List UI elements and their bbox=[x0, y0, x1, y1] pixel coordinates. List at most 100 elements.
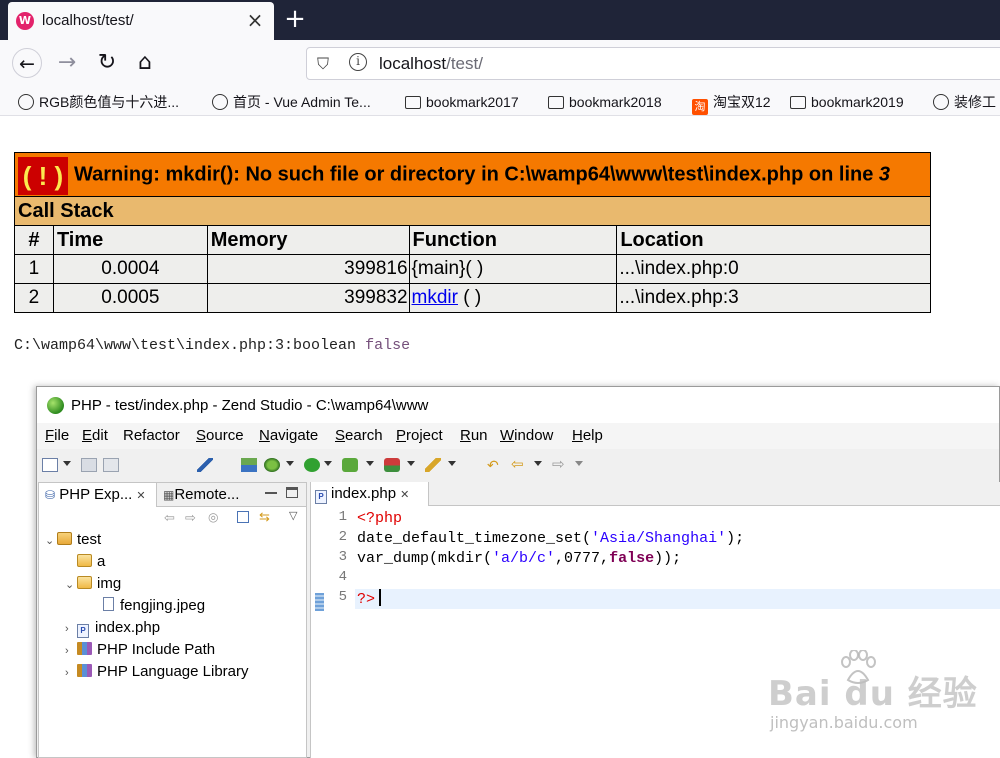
code-line[interactable]: date_default_timezone_set('Asia/Shanghai… bbox=[355, 529, 1000, 549]
menu-project[interactable]: Project bbox=[396, 427, 443, 444]
collapsed-twisty-icon[interactable]: › bbox=[65, 662, 77, 684]
run-icon[interactable] bbox=[304, 458, 320, 472]
menu-search[interactable]: Search bbox=[335, 427, 383, 444]
current-code-line[interactable]: ?> bbox=[355, 589, 1000, 609]
code-line[interactable]: var_dump(mkdir('a/b/c',0777,false)); bbox=[355, 549, 1000, 569]
bookmark-label: bookmark2019 bbox=[811, 94, 904, 110]
folder-icon bbox=[77, 576, 92, 589]
line-number: 2 bbox=[338, 529, 347, 545]
menu-source[interactable]: Source bbox=[196, 427, 244, 444]
info-icon[interactable]: i bbox=[349, 53, 367, 71]
save-icon[interactable] bbox=[81, 458, 97, 472]
bookmark-item[interactable]: 装修工 bbox=[933, 91, 996, 113]
php-project-icon[interactable] bbox=[241, 458, 257, 472]
new-file-icon[interactable] bbox=[42, 458, 58, 472]
up-icon[interactable]: ◎ bbox=[208, 510, 218, 524]
tree-label: img bbox=[97, 575, 122, 592]
close-icon[interactable]: ✕ bbox=[136, 490, 145, 502]
var-dump-value: false bbox=[365, 337, 411, 354]
menu-refactor[interactable]: Refactor bbox=[123, 427, 180, 444]
menu-mnemonic: S bbox=[335, 427, 346, 444]
window-titlebar[interactable]: PHP - test/index.php - Zend Studio - C:\… bbox=[37, 387, 999, 423]
call-stack-header: Call Stack bbox=[14, 196, 931, 226]
forward-icon[interactable]: ⇨ bbox=[185, 510, 196, 526]
forward-arrow-icon[interactable]: → bbox=[52, 48, 82, 78]
dropdown-arrow-icon[interactable] bbox=[286, 461, 294, 466]
back-icon[interactable]: ⇦ bbox=[164, 510, 175, 526]
stop-external-tool-icon[interactable] bbox=[384, 458, 400, 472]
line-number: 3 bbox=[338, 549, 347, 565]
minimize-icon[interactable] bbox=[265, 487, 277, 499]
expanded-twisty-icon[interactable]: ⌄ bbox=[45, 530, 57, 552]
code-line[interactable] bbox=[355, 569, 1000, 589]
bookmark-label: 淘宝双12 bbox=[713, 94, 771, 110]
brush-icon[interactable] bbox=[425, 458, 441, 472]
maximize-icon[interactable] bbox=[286, 487, 298, 498]
dropdown-arrow-icon[interactable] bbox=[366, 461, 374, 466]
warning-row: ( ! ) Warning: mkdir(): No such file or d… bbox=[14, 152, 931, 197]
bookmark-folder[interactable]: bookmark2017 bbox=[405, 91, 519, 113]
menu-file[interactable]: File bbox=[45, 427, 69, 444]
bookmark-item[interactable]: 淘淘宝双12 bbox=[692, 91, 771, 115]
collapsed-twisty-icon[interactable]: › bbox=[65, 618, 77, 640]
dropdown-arrow-icon[interactable] bbox=[63, 461, 71, 466]
tree-item-php-language-library[interactable]: › PHP Language Library bbox=[65, 661, 249, 683]
url-text[interactable]: localhost/test/ bbox=[379, 54, 483, 74]
bookmark-item[interactable]: 首页 - Vue Admin Te... bbox=[212, 91, 371, 113]
browser-tab[interactable]: W localhost/test/ × bbox=[8, 2, 274, 40]
dropdown-arrow-icon[interactable] bbox=[534, 461, 542, 466]
globe-icon bbox=[18, 94, 34, 110]
back-arrow-icon[interactable]: ← bbox=[12, 48, 42, 78]
dropdown-arrow-icon[interactable] bbox=[575, 461, 583, 466]
code-token: date_default_timezone_set( bbox=[357, 530, 592, 547]
back-nav-icon[interactable]: ⇦ bbox=[511, 457, 527, 472]
editor-tab-index-php[interactable]: Pindex.php ✕ bbox=[311, 482, 429, 506]
cell-time: 0.0005 bbox=[52, 283, 208, 313]
bookmark-folder[interactable]: bookmark2018 bbox=[548, 91, 662, 113]
menu-navigate[interactable]: Navigate bbox=[259, 427, 318, 444]
tree-item-a[interactable]: a bbox=[65, 551, 105, 573]
menu-edit[interactable]: Edit bbox=[82, 427, 108, 444]
tab-strip: W localhost/test/ × + bbox=[0, 0, 1000, 40]
bookmark-item[interactable]: RGB颜色值与十六进... bbox=[18, 91, 179, 113]
line-number: 5 bbox=[338, 589, 347, 605]
code-line[interactable]: <?php bbox=[355, 509, 1000, 529]
forward-nav-icon[interactable]: ⇨ bbox=[552, 457, 568, 472]
collapse-all-icon[interactable] bbox=[237, 511, 249, 523]
tab-php-explorer[interactable]: ⛁ PHP Exp... ✕ bbox=[39, 483, 157, 507]
debug-icon[interactable] bbox=[264, 458, 280, 472]
tree-item-img[interactable]: ⌄ img bbox=[65, 573, 121, 595]
home-icon[interactable]: ⌂ bbox=[130, 48, 160, 78]
last-edit-location-icon[interactable]: ↶ bbox=[487, 458, 503, 472]
url-bar[interactable]: ⛉ i localhost/test/ bbox=[306, 47, 1000, 80]
view-menu-icon[interactable]: ▽ bbox=[289, 509, 297, 522]
shield-icon[interactable]: ⛉ bbox=[317, 54, 329, 74]
tab-remote-systems[interactable]: ▦Remote... bbox=[159, 483, 251, 507]
bookmark-folder[interactable]: bookmark2019 bbox=[790, 91, 904, 113]
link-with-editor-icon[interactable]: ⇆ bbox=[259, 509, 270, 525]
tree-item-fengjing-jpeg[interactable]: fengjing.jpeg bbox=[89, 595, 205, 617]
reload-icon[interactable]: ↻ bbox=[92, 48, 122, 78]
tree-item-index-php[interactable]: › Pindex.php bbox=[65, 617, 160, 639]
close-icon[interactable]: ✕ bbox=[400, 489, 409, 501]
menu-help[interactable]: Help bbox=[572, 427, 603, 444]
tree-item-test[interactable]: ⌄ test bbox=[45, 529, 101, 551]
save-all-icon[interactable] bbox=[103, 458, 119, 472]
menu-run[interactable]: Run bbox=[460, 427, 488, 444]
warning-text: Warning: mkdir(): No such file or direct… bbox=[74, 162, 879, 185]
close-tab-icon[interactable]: × bbox=[244, 9, 266, 31]
function-doc-link[interactable]: mkdir bbox=[412, 287, 458, 308]
tree-item-php-include-path[interactable]: › PHP Include Path bbox=[65, 639, 215, 661]
bookmark-label: 首页 - Vue Admin Te... bbox=[233, 94, 371, 110]
menu-label: Refactor bbox=[123, 427, 180, 444]
run-configuration-icon[interactable] bbox=[342, 458, 358, 472]
pin-icon[interactable] bbox=[197, 458, 213, 472]
dropdown-arrow-icon[interactable] bbox=[324, 461, 332, 466]
dropdown-arrow-icon[interactable] bbox=[407, 461, 415, 466]
expanded-twisty-icon[interactable]: ⌄ bbox=[65, 574, 77, 596]
new-tab-icon[interactable]: + bbox=[283, 6, 307, 32]
dropdown-arrow-icon[interactable] bbox=[448, 461, 456, 466]
collapsed-twisty-icon[interactable]: › bbox=[65, 640, 77, 662]
menu-mnemonic: W bbox=[500, 427, 515, 444]
menu-window[interactable]: Window bbox=[500, 427, 553, 444]
